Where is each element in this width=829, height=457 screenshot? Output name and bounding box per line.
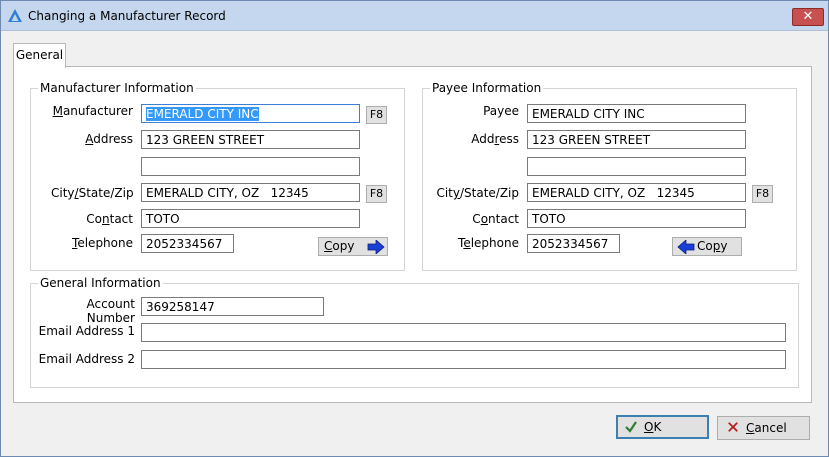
- close-icon: ✕: [802, 9, 814, 24]
- payee-info-group: Payee Information Payee EMERALD CITY INC…: [422, 81, 797, 271]
- arrow-left-icon: [677, 240, 695, 254]
- copy-to-payee-button[interactable]: Copy: [318, 237, 388, 256]
- account-number-label: Account Number: [86, 297, 135, 325]
- payee-city-lookup-button[interactable]: F8: [752, 185, 773, 203]
- payee-address-label: Address: [471, 132, 519, 146]
- email1-input[interactable]: [141, 323, 786, 342]
- address-label: Address: [85, 132, 133, 146]
- payee-city-state-zip-label: City/State/Zip: [436, 186, 519, 200]
- manufacturer-lookup-button[interactable]: F8: [366, 106, 387, 124]
- copy-label: Copy: [324, 239, 355, 253]
- contact-input[interactable]: TOTO: [141, 209, 360, 228]
- city-lookup-button[interactable]: F8: [366, 185, 387, 203]
- manufacturer-info-title: Manufacturer Information: [38, 81, 196, 95]
- payee-address-line1-input[interactable]: 123 GREEN STREET: [527, 130, 746, 149]
- tab-general[interactable]: General: [13, 43, 66, 68]
- ok-label: OK: [644, 420, 662, 434]
- payee-info-title: Payee Information: [430, 81, 544, 95]
- email1-label: Email Address 1: [38, 324, 135, 338]
- dialog-window: Changing a Manufacturer Record ✕ General…: [0, 0, 829, 457]
- payee-copy-label: Copy: [697, 239, 728, 253]
- payee-telephone-input[interactable]: 2052334567: [527, 234, 620, 253]
- tab-panel-general: Manufacturer Information Manufacturer EM…: [13, 66, 812, 403]
- close-button[interactable]: ✕: [792, 8, 824, 26]
- payee-contact-input[interactable]: TOTO: [527, 209, 746, 228]
- cancel-button[interactable]: Cancel: [717, 416, 810, 440]
- email2-label: Email Address 2: [38, 352, 135, 366]
- title-bar[interactable]: Changing a Manufacturer Record ✕: [1, 1, 828, 31]
- telephone-label: Telephone: [72, 236, 133, 250]
- general-info-title: General Information: [38, 276, 163, 290]
- account-number-input[interactable]: 369258147: [141, 297, 324, 316]
- city-state-zip-label: City/State/Zip: [51, 186, 134, 200]
- email2-input[interactable]: [141, 350, 786, 369]
- copy-from-manufacturer-button[interactable]: Copy: [672, 237, 742, 256]
- payee-city-state-zip-input[interactable]: EMERALD CITY, OZ 12345: [527, 183, 746, 202]
- payee-contact-label: Contact: [472, 212, 519, 226]
- payee-input[interactable]: EMERALD CITY INC: [527, 104, 746, 123]
- manufacturer-label: Manufacturer: [52, 104, 133, 118]
- payee-telephone-label: Telephone: [458, 236, 519, 250]
- general-info-group: General Information Account Number 36925…: [30, 276, 799, 388]
- window-title: Changing a Manufacturer Record: [28, 9, 226, 23]
- telephone-input[interactable]: 2052334567: [141, 234, 234, 253]
- cancel-label: Cancel: [746, 421, 787, 435]
- address-line1-input[interactable]: 123 GREEN STREET: [141, 130, 360, 149]
- payee-address-line2-input[interactable]: [527, 157, 746, 176]
- app-logo-icon: [8, 9, 22, 22]
- contact-label: Contact: [86, 212, 133, 226]
- manufacturer-input[interactable]: EMERALD CITY INC: [141, 104, 360, 123]
- payee-label: Payee: [483, 104, 519, 118]
- checkmark-icon: [625, 421, 637, 433]
- cancel-x-icon: [728, 422, 738, 432]
- address-line2-input[interactable]: [141, 157, 360, 176]
- ok-button[interactable]: OK: [616, 415, 709, 439]
- arrow-right-icon: [367, 240, 385, 254]
- city-state-zip-input[interactable]: EMERALD CITY, OZ 12345: [141, 183, 360, 202]
- manufacturer-info-group: Manufacturer Information Manufacturer EM…: [30, 81, 405, 271]
